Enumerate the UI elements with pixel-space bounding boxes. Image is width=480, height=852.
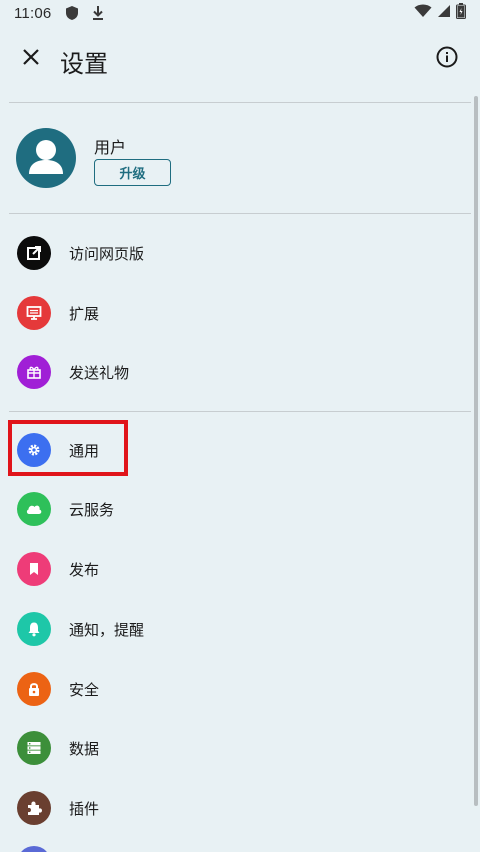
next-item-icon — [17, 846, 51, 852]
menu-item-label: 数据 — [69, 739, 100, 758]
page-title: 设置 — [60, 50, 108, 78]
info-icon — [436, 46, 458, 72]
puzzle-icon — [17, 791, 51, 825]
menu-item-label: 访问网页版 — [69, 244, 145, 263]
menu-item-web-version[interactable]: 访问网页版 — [0, 224, 470, 282]
menu-item-send-gift[interactable]: 发送礼物 — [0, 343, 470, 401]
highlight-box — [8, 420, 128, 476]
signal-icon — [438, 4, 450, 22]
menu-item-notifications[interactable]: 通知，提醒 — [0, 600, 470, 658]
menu-item-publish[interactable]: 发布 — [0, 540, 470, 598]
wifi-icon — [414, 4, 432, 22]
lock-icon — [17, 672, 51, 706]
menu-item-cloud-service[interactable]: 云服务 — [0, 480, 470, 538]
close-button[interactable] — [14, 42, 48, 76]
menu-item-extensions[interactable]: 扩展 — [0, 284, 470, 342]
menu-item-label: 插件 — [69, 799, 100, 818]
battery-icon — [456, 3, 466, 23]
divider — [9, 102, 471, 103]
app-bar: 设置 — [0, 30, 480, 90]
menu-item-label: 云服务 — [69, 500, 115, 519]
menu-item-label: 扩展 — [69, 304, 100, 323]
bookmark-icon — [17, 552, 51, 586]
menu-item-security[interactable]: 安全 — [0, 660, 470, 718]
menu-item-label: 通知，提醒 — [69, 620, 145, 639]
profile-section: 用户 升级 — [16, 128, 456, 190]
download-icon — [91, 5, 105, 21]
storage-icon — [17, 731, 51, 765]
divider — [9, 213, 471, 214]
bell-icon — [17, 612, 51, 646]
menu-item-data[interactable]: 数据 — [0, 719, 470, 777]
info-button[interactable] — [430, 42, 464, 76]
shield-icon — [65, 5, 79, 21]
upgrade-button[interactable]: 升级 — [94, 159, 171, 186]
status-bar: 11:06 — [0, 0, 480, 26]
cloud-icon — [17, 492, 51, 526]
status-time: 11:06 — [14, 4, 52, 22]
menu-item-label: 发送礼物 — [69, 363, 130, 382]
divider — [9, 411, 471, 412]
gift-icon — [17, 355, 51, 389]
username: 用户 — [94, 138, 127, 157]
scrollbar[interactable] — [474, 96, 478, 806]
person-icon — [29, 140, 63, 174]
avatar[interactable] — [16, 128, 76, 188]
menu-item-plugins[interactable]: 插件 — [0, 779, 470, 837]
menu-item-label: 发布 — [69, 560, 100, 579]
menu-item-label: 安全 — [69, 680, 100, 699]
monitor-icon — [17, 296, 51, 330]
open-external-icon — [17, 236, 51, 270]
close-icon — [22, 48, 40, 70]
